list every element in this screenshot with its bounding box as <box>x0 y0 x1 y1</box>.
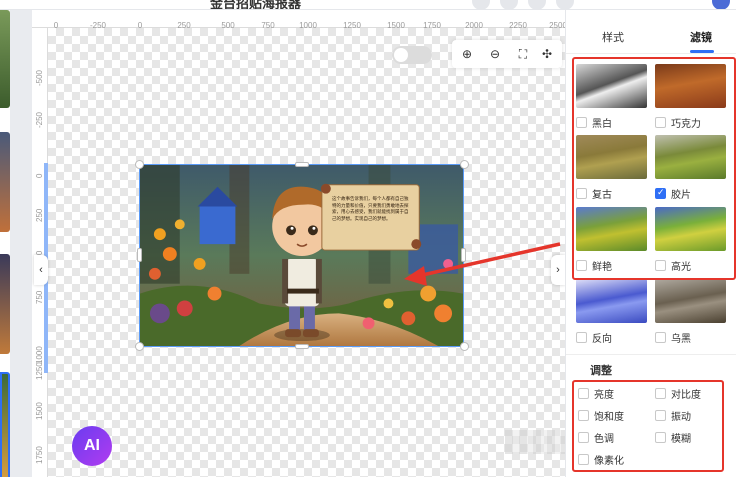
ruler-tick-label: 750 <box>35 290 44 304</box>
actual-size-icon[interactable]: ✣ <box>538 45 556 63</box>
filter-checkbox[interactable] <box>576 331 587 343</box>
page-thumbnail[interactable] <box>0 132 10 232</box>
panel-tabs: 样式 滤镜 <box>566 10 736 54</box>
selected-image[interactable]: 这个故事告诉我们，每个人都有自己独特的力量和价值，只要我们勇敢地去探索，用心去感… <box>139 164 464 347</box>
collapse-right-panel-button[interactable]: › <box>551 255 565 285</box>
page-thumbnail-strip <box>0 10 10 477</box>
zoom-toolbar: ⊕ ⊖ ⛶ ✣ <box>452 40 562 68</box>
filter-checkbox[interactable] <box>655 331 666 343</box>
cartoon-boy-scene-image <box>140 165 463 346</box>
toolbar-circle-button[interactable] <box>528 0 546 9</box>
filter-option-invert[interactable]: 反向 <box>576 279 647 345</box>
resize-handle-top-right[interactable] <box>460 160 469 169</box>
filter-label: 乌黑 <box>671 333 691 345</box>
fit-screen-icon[interactable]: ⛶ <box>514 45 532 63</box>
tab-style[interactable]: 样式 <box>602 29 624 45</box>
page-thumbnail-selected[interactable] <box>0 372 10 477</box>
resize-handle-right[interactable] <box>461 248 466 262</box>
user-avatar[interactable] <box>712 0 730 9</box>
resize-handle-top-left[interactable] <box>135 160 144 169</box>
ruler-tick-label: -250 <box>35 111 44 128</box>
top-bar: 金台招贴海报器 <box>0 0 736 10</box>
page-thumbnail[interactable] <box>0 254 10 354</box>
app-title: 金台招贴海报器 <box>210 0 302 10</box>
section-divider <box>566 354 736 355</box>
left-gutter <box>10 10 32 477</box>
filter-preview-thumbnail <box>576 279 647 323</box>
filter-option-noir[interactable]: 乌黑 <box>655 279 726 345</box>
horizontal-ruler: 0 -250 0 250 500 750 1000 1250 1500 1750… <box>32 10 567 37</box>
tab-filters[interactable]: 滤镜 <box>690 29 712 45</box>
vertical-ruler: -500 -250 0 250 500 750 1000 1250 1500 1… <box>32 28 48 477</box>
zoom-in-icon[interactable]: ⊕ <box>458 45 476 63</box>
preview-toggle[interactable] <box>392 46 432 64</box>
filter-label: 反向 <box>592 333 612 345</box>
toolbar-circle-button[interactable] <box>472 0 490 9</box>
ai-assistant-button[interactable]: AI <box>72 426 112 466</box>
ruler-tick-label: 250 <box>35 208 44 222</box>
adjust-section-title: 调整 <box>590 365 612 377</box>
toolbar-circle-button[interactable] <box>556 0 574 9</box>
highlight-box-filters <box>572 57 736 280</box>
ruler-tick-label: 1750 <box>35 446 44 464</box>
ruler-tick-label: 0 <box>35 173 44 178</box>
resize-handle-bottom-right[interactable] <box>460 342 469 351</box>
ruler-tick-label: 1250 <box>35 362 44 380</box>
resize-handle-top[interactable] <box>295 162 309 167</box>
resize-handle-left[interactable] <box>137 248 142 262</box>
resize-handle-bottom[interactable] <box>295 344 309 349</box>
active-tab-indicator <box>690 50 714 53</box>
ruler-tick-label: -500 <box>35 69 44 86</box>
toolbar-circle-button[interactable] <box>500 0 518 9</box>
highlight-box-adjust <box>572 380 724 472</box>
page-thumbnail[interactable] <box>0 10 10 108</box>
scroll-caption-text: 这个故事告诉我们，每个人都有自己独特的力量和价值，只要我们勇敢地去探索，用心去感… <box>332 197 409 222</box>
resize-handle-bottom-left[interactable] <box>135 342 144 351</box>
zoom-out-icon[interactable]: ⊖ <box>486 45 504 63</box>
filter-preview-thumbnail <box>655 279 726 323</box>
collapse-left-panel-button[interactable]: ‹ <box>34 255 48 285</box>
ruler-tick-label: 1500 <box>35 402 44 420</box>
